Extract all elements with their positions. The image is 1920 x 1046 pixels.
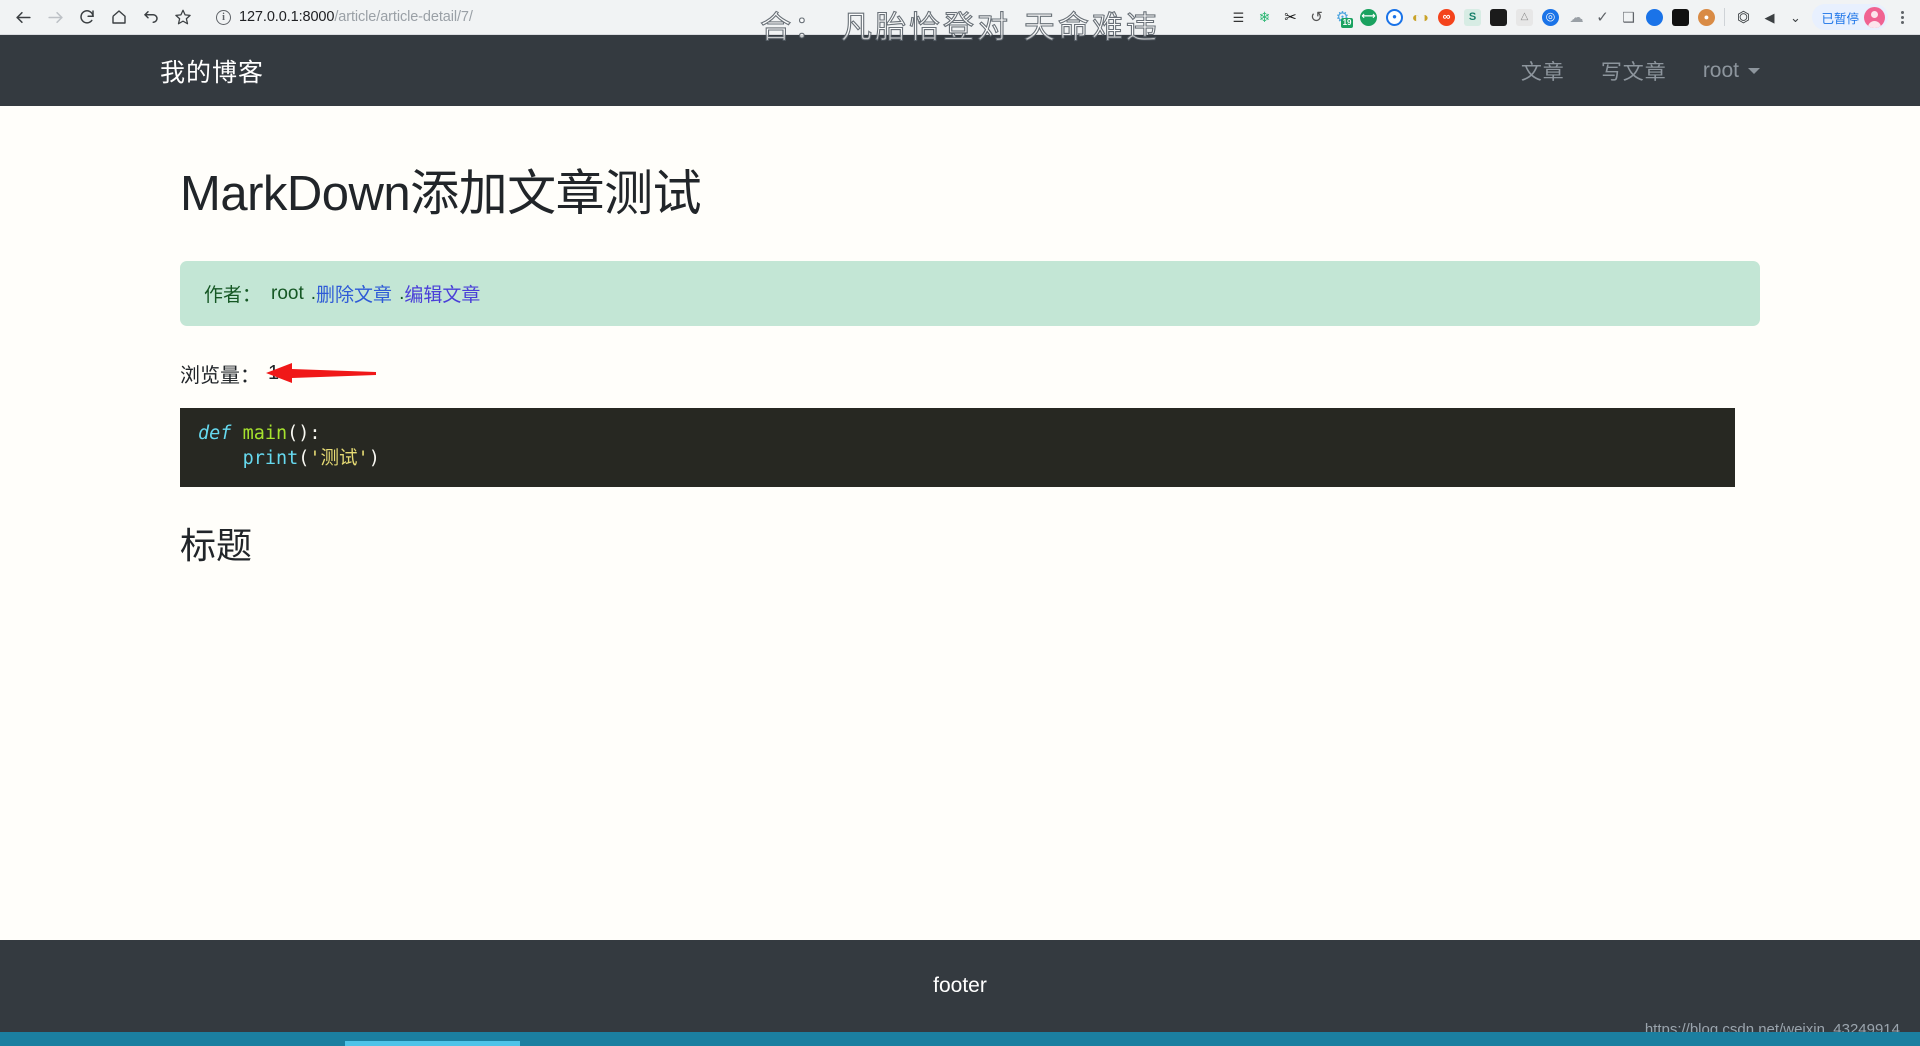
extension-icons: ☰ ❄ ✂ ↺ ⚙ 19 ⟷ ● ◐◑ ∞ S △ ◎ ☁ ✓ ❑ ● ⏣ ◀ ⌄… <box>1225 3 1920 31</box>
bw-avatar-icon[interactable] <box>1667 3 1693 31</box>
dark-panel-icon[interactable] <box>1485 3 1511 31</box>
window-stack-icon[interactable]: ❑ <box>1615 3 1641 31</box>
forward-arrow-icon[interactable] <box>40 2 70 32</box>
navbar-links: 文章 写文章 root <box>1521 56 1760 86</box>
baidu-toolbar-icon[interactable]: ☰ <box>1225 3 1251 31</box>
browser-toolbar: i 127.0.0.1:8000/article/article-detail/… <box>0 0 1920 35</box>
page-title: MarkDown添加文章测试 <box>180 167 702 221</box>
footer-text: footer <box>933 974 987 997</box>
taskbar-active-item[interactable] <box>345 1041 520 1046</box>
undo-icon[interactable] <box>136 2 166 32</box>
code-function-name: main <box>242 423 288 444</box>
paw-icon[interactable]: ❄ <box>1251 3 1277 31</box>
scissors-icon[interactable]: ✂ <box>1277 3 1303 31</box>
code-print-call: print <box>242 447 299 469</box>
avatar[interactable] <box>1864 6 1885 28</box>
code-punctuation-1: (): <box>287 423 321 444</box>
user-menu-label: root <box>1702 58 1739 82</box>
code-block: def main(): print('测试') <box>180 408 1735 488</box>
cloud-download-icon[interactable]: ☁ <box>1563 3 1589 31</box>
crop-icon[interactable]: ⏣ <box>1730 3 1756 31</box>
gear-icon[interactable]: ⚙ 19 <box>1329 3 1355 31</box>
code-paren-close: ) <box>368 447 380 469</box>
gray-chart-icon[interactable]: △ <box>1511 3 1537 31</box>
url-text: 127.0.0.1:8000/article/article-detail/7/ <box>239 9 473 25</box>
orange-avatar-icon[interactable] <box>1641 3 1667 31</box>
chevron-down-icon <box>1748 67 1760 74</box>
author-label: 作者： <box>204 285 262 306</box>
edit-article-link[interactable]: 编辑文章 <box>404 280 480 307</box>
author-info-alert: 作者： root . 删除文章 . 编辑文章 <box>180 261 1760 326</box>
user-menu[interactable]: root <box>1703 59 1760 83</box>
taskbar-strip <box>0 1032 1920 1046</box>
site-navbar: 我的博客 文章 写文章 root <box>0 35 1920 106</box>
globe-icon[interactable]: ◎ <box>1537 3 1563 31</box>
site-info-icon[interactable]: i <box>216 9 231 25</box>
kebab-menu-icon[interactable] <box>1890 10 1914 24</box>
gear-badge: 19 <box>1340 18 1354 28</box>
site-brand[interactable]: 我的博客 <box>160 53 264 89</box>
address-bar[interactable]: i 127.0.0.1:8000/article/article-detail/… <box>206 4 766 30</box>
views-label: 浏览量： <box>180 365 260 387</box>
author-name: root <box>271 282 304 304</box>
browser-nav-buttons <box>0 2 198 32</box>
delete-article-link[interactable]: 删除文章 <box>316 280 392 307</box>
blue-record-icon[interactable]: ● <box>1381 3 1407 31</box>
site-footer: footer <box>0 940 1920 1032</box>
home-icon[interactable] <box>104 2 134 32</box>
monkey-avatar-icon[interactable]: ● <box>1693 3 1719 31</box>
code-paren-open: ( <box>298 447 310 469</box>
speaker-icon[interactable]: ◀ <box>1756 3 1782 31</box>
url-path: /article/article-detail/7/ <box>334 9 473 25</box>
reload-icon[interactable] <box>72 2 102 32</box>
nav-link-articles[interactable]: 文章 <box>1521 56 1565 86</box>
sync-paused-label: 已暂停 <box>1821 11 1859 26</box>
star-icon[interactable] <box>168 2 198 32</box>
s-letter-icon[interactable]: S <box>1459 3 1485 31</box>
view-count-row: 浏览量： 1 <box>180 359 1760 388</box>
url-host: 127.0.0.1:8000 <box>239 9 335 25</box>
nav-link-write-article[interactable]: 写文章 <box>1601 56 1667 86</box>
glasses-icon[interactable]: ◐◑ <box>1407 3 1433 31</box>
code-string-literal: '测试' <box>309 447 369 469</box>
article-sub-heading: 标题 <box>180 525 253 567</box>
toolbar-divider <box>1724 8 1726 26</box>
infinity-icon[interactable]: ∞ <box>1433 3 1459 31</box>
back-arrow-icon[interactable] <box>8 2 38 32</box>
article-content: MarkDown添加文章测试 作者： root . 删除文章 . 编辑文章 浏览量：… <box>0 154 1920 569</box>
green-pill-icon[interactable]: ⟷ <box>1355 3 1381 31</box>
code-keyword-def: def <box>198 423 232 444</box>
checkmark-icon[interactable]: ✓ <box>1589 3 1615 31</box>
page-viewport: 我的博客 文章 写文章 root MarkDown添加文章测试 作者： root… <box>0 35 1920 1046</box>
annotation-arrow-icon <box>266 361 376 391</box>
history-icon[interactable]: ↺ <box>1303 3 1329 31</box>
chevron-double-down-icon[interactable]: ⌄ <box>1782 3 1808 31</box>
sync-paused-pill[interactable]: 已暂停 <box>1812 4 1888 30</box>
